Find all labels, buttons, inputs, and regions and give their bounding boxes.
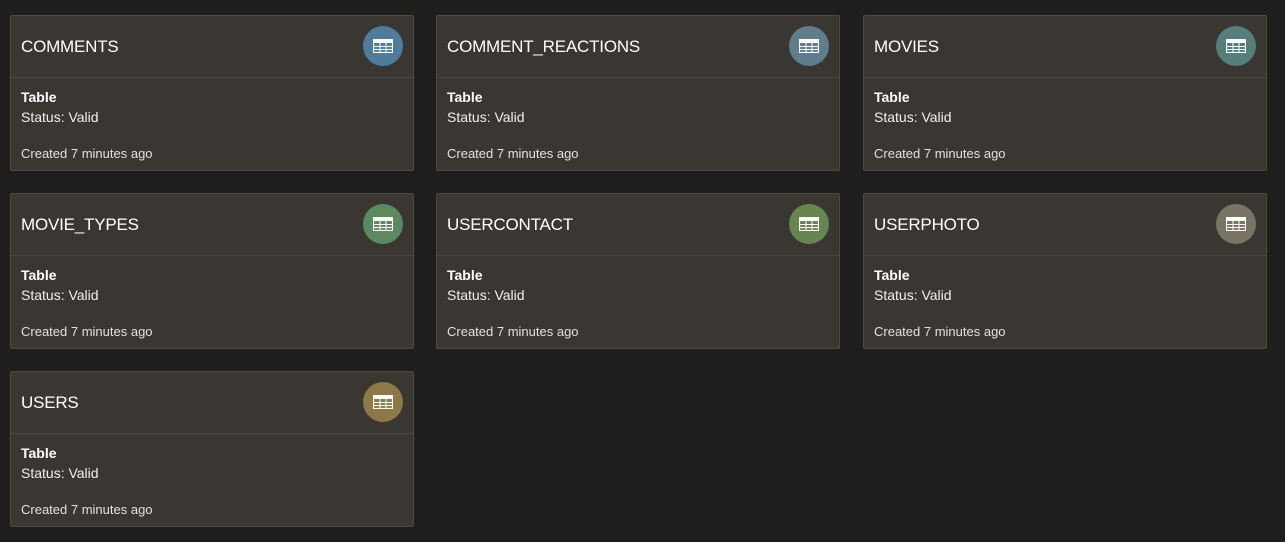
card-type: Table [447, 89, 483, 105]
card-header: COMMENTS [11, 16, 413, 78]
object-card-grid: COMMENTS Table Status: Valid Created 7 m… [0, 0, 1285, 542]
object-card-users[interactable]: USERS Table Status: Valid Created 7 minu… [10, 371, 414, 527]
card-status: Status: Valid [21, 287, 99, 303]
card-title: USERCONTACT [447, 215, 573, 234]
card-created: Created 7 minutes ago [21, 502, 153, 517]
card-status: Status: Valid [874, 109, 952, 125]
card-status: Status: Valid [874, 287, 952, 303]
table-icon [789, 204, 829, 244]
card-header: USERS [11, 372, 413, 434]
card-created: Created 7 minutes ago [21, 324, 153, 339]
card-created: Created 7 minutes ago [447, 146, 579, 161]
card-status: Status: Valid [21, 109, 99, 125]
card-status: Status: Valid [447, 287, 525, 303]
card-status: Status: Valid [21, 465, 99, 481]
card-type: Table [874, 267, 910, 283]
object-card-movies[interactable]: MOVIES Table Status: Valid Created 7 min… [863, 15, 1267, 171]
object-card-userphoto[interactable]: USERPHOTO Table Status: Valid Created 7 … [863, 193, 1267, 349]
card-status: Status: Valid [447, 109, 525, 125]
card-created: Created 7 minutes ago [21, 146, 153, 161]
card-title: USERPHOTO [874, 215, 980, 234]
card-header: COMMENT_REACTIONS [437, 16, 839, 78]
table-icon [363, 26, 403, 66]
card-type: Table [21, 89, 57, 105]
card-header: USERPHOTO [864, 194, 1266, 256]
table-icon [789, 26, 829, 66]
card-type: Table [874, 89, 910, 105]
object-card-comment-reactions[interactable]: COMMENT_REACTIONS Table Status: Valid Cr… [436, 15, 840, 171]
table-icon [363, 204, 403, 244]
card-header: MOVIE_TYPES [11, 194, 413, 256]
card-created: Created 7 minutes ago [874, 146, 1006, 161]
card-title: COMMENT_REACTIONS [447, 37, 641, 56]
card-created: Created 7 minutes ago [874, 324, 1006, 339]
card-type: Table [21, 267, 57, 283]
table-icon [1216, 204, 1256, 244]
card-title: MOVIES [874, 37, 939, 56]
card-header: USERCONTACT [437, 194, 839, 256]
table-icon [1216, 26, 1256, 66]
card-header: MOVIES [864, 16, 1266, 78]
card-type: Table [21, 445, 57, 461]
object-card-usercontact[interactable]: USERCONTACT Table Status: Valid Created … [436, 193, 840, 349]
object-card-movie-types[interactable]: MOVIE_TYPES Table Status: Valid Created … [10, 193, 414, 349]
object-card-comments[interactable]: COMMENTS Table Status: Valid Created 7 m… [10, 15, 414, 171]
card-title: COMMENTS [21, 37, 119, 56]
card-type: Table [447, 267, 483, 283]
table-icon [363, 382, 403, 422]
card-title: MOVIE_TYPES [21, 215, 139, 234]
card-title: USERS [21, 393, 79, 412]
card-created: Created 7 minutes ago [447, 324, 579, 339]
